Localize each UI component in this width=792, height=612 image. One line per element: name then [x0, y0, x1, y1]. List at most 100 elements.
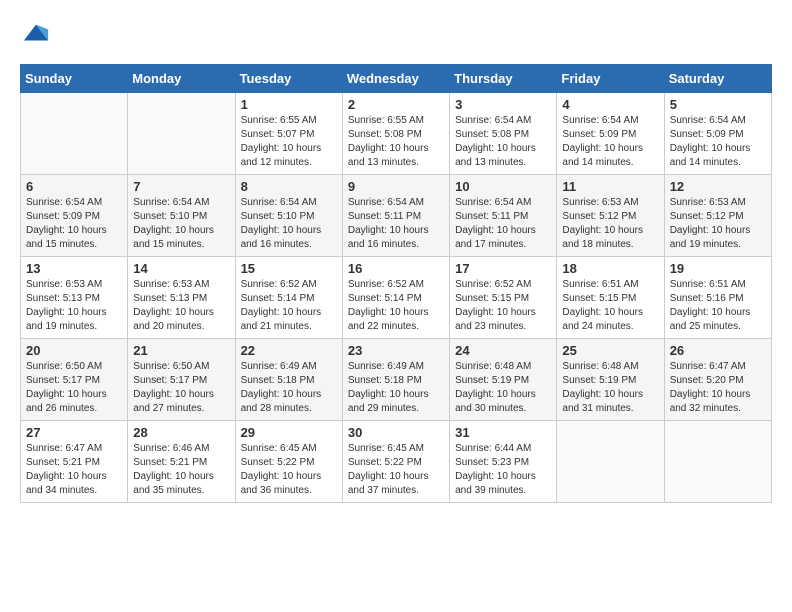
- calendar-cell: 19 Sunrise: 6:51 AM Sunset: 5:16 PM Dayli…: [664, 256, 771, 338]
- day-info: Sunrise: 6:48 AM Sunset: 5:19 PM Dayligh…: [455, 360, 551, 416]
- day-number: 18: [562, 261, 658, 276]
- day-info: Sunrise: 6:55 AM Sunset: 5:08 PM Dayligh…: [348, 114, 444, 170]
- weekday-header-row: SundayMondayTuesdayWednesdayThursdayFrid…: [21, 64, 772, 92]
- day-info: Sunrise: 6:54 AM Sunset: 5:11 PM Dayligh…: [348, 196, 444, 252]
- calendar-cell: 28 Sunrise: 6:46 AM Sunset: 5:21 PM Dayli…: [128, 420, 235, 502]
- day-number: 17: [455, 261, 551, 276]
- day-info: Sunrise: 6:49 AM Sunset: 5:18 PM Dayligh…: [241, 360, 337, 416]
- day-info: Sunrise: 6:53 AM Sunset: 5:13 PM Dayligh…: [26, 278, 122, 334]
- day-info: Sunrise: 6:55 AM Sunset: 5:07 PM Dayligh…: [241, 114, 337, 170]
- logo: [20, 20, 50, 54]
- calendar-cell: 27 Sunrise: 6:47 AM Sunset: 5:21 PM Dayli…: [21, 420, 128, 502]
- day-info: Sunrise: 6:54 AM Sunset: 5:08 PM Dayligh…: [455, 114, 551, 170]
- weekday-header: Friday: [557, 64, 664, 92]
- calendar-cell: 25 Sunrise: 6:48 AM Sunset: 5:19 PM Dayli…: [557, 338, 664, 420]
- day-info: Sunrise: 6:51 AM Sunset: 5:15 PM Dayligh…: [562, 278, 658, 334]
- day-info: Sunrise: 6:54 AM Sunset: 5:10 PM Dayligh…: [133, 196, 229, 252]
- day-info: Sunrise: 6:46 AM Sunset: 5:21 PM Dayligh…: [133, 442, 229, 498]
- day-info: Sunrise: 6:50 AM Sunset: 5:17 PM Dayligh…: [133, 360, 229, 416]
- calendar-cell: 10 Sunrise: 6:54 AM Sunset: 5:11 PM Dayli…: [450, 174, 557, 256]
- day-info: Sunrise: 6:52 AM Sunset: 5:14 PM Dayligh…: [241, 278, 337, 334]
- day-number: 25: [562, 343, 658, 358]
- day-number: 6: [26, 179, 122, 194]
- calendar-cell: 5Sunrise: 6:54 AM Sunset: 5:09 PM Daylig…: [664, 92, 771, 174]
- calendar-cell: 11 Sunrise: 6:53 AM Sunset: 5:12 PM Dayli…: [557, 174, 664, 256]
- day-info: Sunrise: 6:54 AM Sunset: 5:11 PM Dayligh…: [455, 196, 551, 252]
- day-number: 1: [241, 97, 337, 112]
- day-info: Sunrise: 6:45 AM Sunset: 5:22 PM Dayligh…: [348, 442, 444, 498]
- calendar-cell: 4 Sunrise: 6:54 AM Sunset: 5:09 PM Daylig…: [557, 92, 664, 174]
- calendar-cell: [21, 92, 128, 174]
- calendar-week-row: 20Sunrise: 6:50 AM Sunset: 5:17 PM Dayli…: [21, 338, 772, 420]
- day-info: Sunrise: 6:52 AM Sunset: 5:14 PM Dayligh…: [348, 278, 444, 334]
- calendar-week-row: 6 Sunrise: 6:54 AM Sunset: 5:09 PM Daylig…: [21, 174, 772, 256]
- day-number: 11: [562, 179, 658, 194]
- day-info: Sunrise: 6:54 AM Sunset: 5:09 PM Dayligh…: [562, 114, 658, 170]
- day-info: Sunrise: 6:54 AM Sunset: 5:09 PM Dayligh…: [670, 114, 766, 170]
- calendar-cell: 8 Sunrise: 6:54 AM Sunset: 5:10 PM Daylig…: [235, 174, 342, 256]
- weekday-header: Thursday: [450, 64, 557, 92]
- day-number: 16: [348, 261, 444, 276]
- calendar-cell: [664, 420, 771, 502]
- day-number: 26: [670, 343, 766, 358]
- weekday-header: Wednesday: [342, 64, 449, 92]
- day-number: 13: [26, 261, 122, 276]
- weekday-header: Monday: [128, 64, 235, 92]
- day-info: Sunrise: 6:53 AM Sunset: 5:12 PM Dayligh…: [562, 196, 658, 252]
- day-info: Sunrise: 6:48 AM Sunset: 5:19 PM Dayligh…: [562, 360, 658, 416]
- day-info: Sunrise: 6:47 AM Sunset: 5:20 PM Dayligh…: [670, 360, 766, 416]
- calendar-cell: 2 Sunrise: 6:55 AM Sunset: 5:08 PM Daylig…: [342, 92, 449, 174]
- day-number: 28: [133, 425, 229, 440]
- calendar-cell: 15 Sunrise: 6:52 AM Sunset: 5:14 PM Dayli…: [235, 256, 342, 338]
- calendar-cell: 9 Sunrise: 6:54 AM Sunset: 5:11 PM Daylig…: [342, 174, 449, 256]
- day-info: Sunrise: 6:51 AM Sunset: 5:16 PM Dayligh…: [670, 278, 766, 334]
- calendar-cell: 7 Sunrise: 6:54 AM Sunset: 5:10 PM Daylig…: [128, 174, 235, 256]
- calendar-cell: 26 Sunrise: 6:47 AM Sunset: 5:20 PM Dayli…: [664, 338, 771, 420]
- day-number: 4: [562, 97, 658, 112]
- day-number: 7: [133, 179, 229, 194]
- calendar-cell: 13 Sunrise: 6:53 AM Sunset: 5:13 PM Dayli…: [21, 256, 128, 338]
- calendar-cell: 17 Sunrise: 6:52 AM Sunset: 5:15 PM Dayli…: [450, 256, 557, 338]
- calendar-cell: 31 Sunrise: 6:44 AM Sunset: 5:23 PM Dayli…: [450, 420, 557, 502]
- calendar-week-row: 13 Sunrise: 6:53 AM Sunset: 5:13 PM Dayli…: [21, 256, 772, 338]
- day-info: Sunrise: 6:44 AM Sunset: 5:23 PM Dayligh…: [455, 442, 551, 498]
- calendar-cell: 1 Sunrise: 6:55 AM Sunset: 5:07 PM Daylig…: [235, 92, 342, 174]
- calendar-table: SundayMondayTuesdayWednesdayThursdayFrid…: [20, 64, 772, 503]
- day-number: 21: [133, 343, 229, 358]
- day-number: 23: [348, 343, 444, 358]
- day-info: Sunrise: 6:47 AM Sunset: 5:21 PM Dayligh…: [26, 442, 122, 498]
- day-number: 27: [26, 425, 122, 440]
- calendar-cell: 24 Sunrise: 6:48 AM Sunset: 5:19 PM Dayli…: [450, 338, 557, 420]
- day-number: 24: [455, 343, 551, 358]
- day-info: Sunrise: 6:54 AM Sunset: 5:09 PM Dayligh…: [26, 196, 122, 252]
- day-number: 12: [670, 179, 766, 194]
- day-number: 9: [348, 179, 444, 194]
- weekday-header: Tuesday: [235, 64, 342, 92]
- day-number: 31: [455, 425, 551, 440]
- day-number: 8: [241, 179, 337, 194]
- page-header: [20, 20, 772, 54]
- day-info: Sunrise: 6:52 AM Sunset: 5:15 PM Dayligh…: [455, 278, 551, 334]
- calendar-cell: 22Sunrise: 6:49 AM Sunset: 5:18 PM Dayli…: [235, 338, 342, 420]
- day-number: 19: [670, 261, 766, 276]
- day-number: 15: [241, 261, 337, 276]
- weekday-header: Sunday: [21, 64, 128, 92]
- day-number: 14: [133, 261, 229, 276]
- day-info: Sunrise: 6:49 AM Sunset: 5:18 PM Dayligh…: [348, 360, 444, 416]
- calendar-cell: 29Sunrise: 6:45 AM Sunset: 5:22 PM Dayli…: [235, 420, 342, 502]
- day-info: Sunrise: 6:54 AM Sunset: 5:10 PM Dayligh…: [241, 196, 337, 252]
- calendar-cell: 16 Sunrise: 6:52 AM Sunset: 5:14 PM Dayli…: [342, 256, 449, 338]
- calendar-week-row: 1 Sunrise: 6:55 AM Sunset: 5:07 PM Daylig…: [21, 92, 772, 174]
- day-info: Sunrise: 6:45 AM Sunset: 5:22 PM Dayligh…: [241, 442, 337, 498]
- calendar-cell: 14Sunrise: 6:53 AM Sunset: 5:13 PM Dayli…: [128, 256, 235, 338]
- day-number: 10: [455, 179, 551, 194]
- calendar-cell: 20Sunrise: 6:50 AM Sunset: 5:17 PM Dayli…: [21, 338, 128, 420]
- calendar-cell: [128, 92, 235, 174]
- calendar-cell: 18 Sunrise: 6:51 AM Sunset: 5:15 PM Dayli…: [557, 256, 664, 338]
- day-number: 2: [348, 97, 444, 112]
- day-number: 30: [348, 425, 444, 440]
- day-number: 3: [455, 97, 551, 112]
- calendar-cell: [557, 420, 664, 502]
- calendar-week-row: 27 Sunrise: 6:47 AM Sunset: 5:21 PM Dayli…: [21, 420, 772, 502]
- day-info: Sunrise: 6:50 AM Sunset: 5:17 PM Dayligh…: [26, 360, 122, 416]
